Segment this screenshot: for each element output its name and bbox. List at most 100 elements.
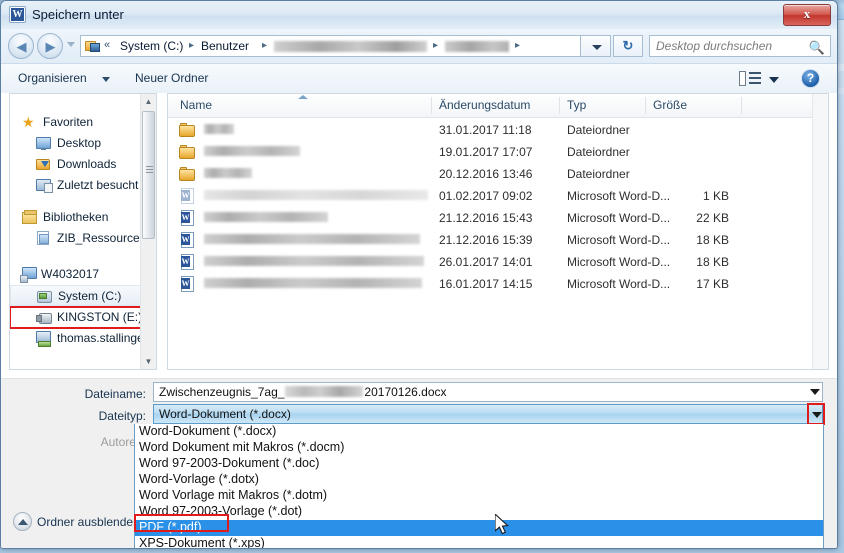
search-input[interactable]: Desktop durchsuchen 🔍 (649, 35, 831, 57)
column-separator[interactable] (431, 97, 432, 114)
sidebar-item-favoriten[interactable]: ★ Favoriten (10, 112, 156, 133)
column-separator[interactable] (741, 97, 742, 114)
dropdown-option-label: Word Dokument mit Makros (*.docm) (139, 440, 345, 454)
file-size: 1 KB (702, 189, 729, 203)
scroll-down-icon[interactable]: ▼ (141, 354, 156, 369)
usb-drive-icon (36, 310, 52, 325)
dropdown-option-4[interactable]: Word Vorlage mit Makros (*.dotm) (135, 488, 823, 504)
column-header--nderungsdatum[interactable]: Änderungsdatum (439, 98, 530, 112)
sidebar-item-desktop[interactable]: Desktop (10, 133, 156, 154)
breadcrumb-separator-3[interactable]: ▸ (515, 40, 520, 51)
column-separator[interactable] (645, 97, 646, 114)
sidebar-item-label: thomas.stallinger (57, 331, 148, 345)
filetype-dropdown-button[interactable] (807, 403, 825, 425)
table-row[interactable]: W 01.02.2017 09:02 Microsoft Word-D... 1 KB (168, 185, 828, 207)
refresh-button[interactable]: ↻ (613, 35, 643, 57)
sidebar-item-label: Favoriten (43, 115, 94, 129)
save-as-dialog: W Speichern unter x ◀ ▶ « System (C:) ▸ … (0, 0, 838, 549)
breadcrumb-overflow-icon[interactable]: « (104, 39, 110, 51)
filename-suffix: 20170126.docx (364, 385, 447, 399)
sidebar-item-thomas-stallinger[interactable]: thomas.stallinger (10, 328, 156, 349)
breadcrumb-separator-1[interactable]: ▸ (262, 40, 267, 51)
breadcrumb[interactable]: « System (C:) ▸ Benutzer ▸ ▸ ▸ (80, 35, 580, 57)
library-icon (22, 210, 38, 225)
table-row[interactable]: W 26.01.2017 14:01 Microsoft Word-D... 18 K… (168, 251, 828, 273)
file-modified-date: 31.01.2017 11:18 (439, 123, 532, 137)
table-row[interactable]: 31.01.2017 11:18 Dateiordner (168, 119, 828, 141)
forward-button[interactable]: ▶ (37, 33, 63, 59)
table-row[interactable]: W 21.12.2016 15:43 Microsoft Word-D... 22 K… (168, 207, 828, 229)
scroll-up-icon[interactable]: ▲ (141, 94, 156, 109)
dropdown-option-0[interactable]: Word-Dokument (*.docx) (135, 424, 823, 440)
filename-dropdown-chevron-down-icon[interactable] (810, 389, 820, 395)
breadcrumb-item-1[interactable]: Benutzer (201, 39, 249, 53)
dropdown-option-6[interactable]: PDF (*.pdf) (135, 520, 823, 536)
sidebar-item-zuletzt-besucht[interactable]: Zuletzt besucht (10, 175, 156, 196)
dropdown-option-5[interactable]: Word 97-2003-Vorlage (*.dot) (135, 504, 823, 520)
filetype-combobox[interactable]: Word-Dokument (*.docx) (153, 404, 823, 424)
dropdown-option-label: Word 97-2003-Dokument (*.doc) (139, 456, 320, 470)
sidebar-item-w4032017[interactable]: W4032017 (10, 264, 156, 285)
table-row[interactable]: 20.12.2016 13:46 Dateiordner (168, 163, 828, 185)
view-list-icon[interactable] (739, 71, 761, 86)
sidebar-item-label: Desktop (57, 136, 102, 150)
filetype-label: Dateityp: (98, 409, 146, 423)
recent-locations-chevron-down-icon[interactable] (67, 42, 75, 47)
dialog-title: Speichern unter (32, 7, 124, 22)
sidebar-item-label: Zuletzt besucht (57, 178, 139, 192)
sidebar-item-label: System (C:) (58, 289, 122, 303)
filetype-value: Word-Dokument (*.docx) (159, 407, 291, 421)
dropdown-option-label: Word Vorlage mit Makros (*.dotm) (139, 488, 328, 502)
file-size: 22 KB (696, 211, 729, 225)
desktop-icon (36, 136, 52, 151)
help-button[interactable]: ? (801, 69, 820, 88)
chevron-down-icon[interactable] (102, 77, 110, 82)
breadcrumb-item-3-redacted[interactable] (445, 41, 509, 52)
filename-prefix: Zwischenzeugnis_7ag_ (159, 385, 285, 399)
dropdown-option-3[interactable]: Word-Vorlage (*.dotx) (135, 472, 823, 488)
breadcrumb-dropdown-button[interactable] (580, 35, 611, 57)
sidebar-item-bibliotheken[interactable]: Bibliotheken (10, 207, 156, 228)
table-row[interactable]: W 21.12.2016 15:39 Microsoft Word-D... 18 K… (168, 229, 828, 251)
breadcrumb-separator-0[interactable]: ▸ (189, 40, 194, 51)
back-button[interactable]: ◀ (8, 33, 34, 59)
breadcrumb-item-0[interactable]: System (C:) (120, 39, 183, 53)
sidebar-item-downloads[interactable]: Downloads (10, 154, 156, 175)
filename-input[interactable]: Zwischenzeugnis_7ag_ 20170126.docx (153, 382, 823, 402)
file-name-redacted (204, 255, 424, 269)
search-placeholder: Desktop durchsuchen (656, 39, 773, 53)
network-drive-icon (36, 331, 52, 347)
dropdown-option-1[interactable]: Word Dokument mit Makros (*.docm) (135, 440, 823, 456)
view-options-chevron-down-icon[interactable] (769, 77, 779, 83)
close-button[interactable]: x (783, 4, 831, 26)
breadcrumb-separator-2[interactable]: ▸ (433, 40, 438, 51)
table-row[interactable]: W 16.01.2017 14:15 Microsoft Word-D... 17 K… (168, 273, 828, 295)
pane-splitter[interactable] (159, 93, 165, 370)
breadcrumb-item-2-redacted[interactable] (274, 41, 427, 52)
new-folder-button[interactable]: Neuer Ordner (135, 71, 208, 85)
navigation-pane: ★ Favoriten Desktop Downloads Zuletzt besuch… (9, 93, 157, 370)
dropdown-option-7[interactable]: XPS-Dokument (*.xps) (135, 536, 823, 548)
column-header-gr-e[interactable]: Größe (653, 98, 687, 112)
filetype-dropdown-list[interactable]: Word-Dokument (*.docx) Word Dokument mit … (134, 424, 824, 548)
dropdown-option-label: Word-Dokument (*.docx) (139, 424, 277, 438)
sidebar-item-system-c[interactable]: System (C:) (10, 285, 156, 306)
file-modified-date: 19.01.2017 17:07 (439, 145, 533, 159)
chevron-down-icon (592, 45, 602, 50)
organize-button[interactable]: Organisieren (18, 71, 87, 85)
column-separator[interactable] (559, 97, 560, 114)
file-name-redacted (204, 211, 328, 225)
chevron-up-icon (13, 512, 32, 531)
column-header-typ[interactable]: Typ (567, 98, 586, 112)
navigation-pane-scrollbar[interactable]: ▲ ▼ (140, 94, 156, 369)
table-row[interactable]: 19.01.2017 17:07 Dateiordner (168, 141, 828, 163)
file-list-scrollbar[interactable] (812, 94, 828, 369)
sidebar-item-kingston-e[interactable]: KINGSTON (E:) (10, 306, 156, 329)
close-icon: x (803, 6, 811, 21)
scrollbar-thumb[interactable] (142, 111, 155, 239)
column-header-name[interactable]: Name (180, 98, 212, 112)
dropdown-option-2[interactable]: Word 97-2003-Dokument (*.doc) (135, 456, 823, 472)
sidebar-item-zib-ressourcen[interactable]: ZIB_Ressourcen (10, 228, 156, 249)
sidebar-item-label: Downloads (57, 157, 117, 171)
file-modified-date: 21.12.2016 15:43 (439, 211, 533, 225)
